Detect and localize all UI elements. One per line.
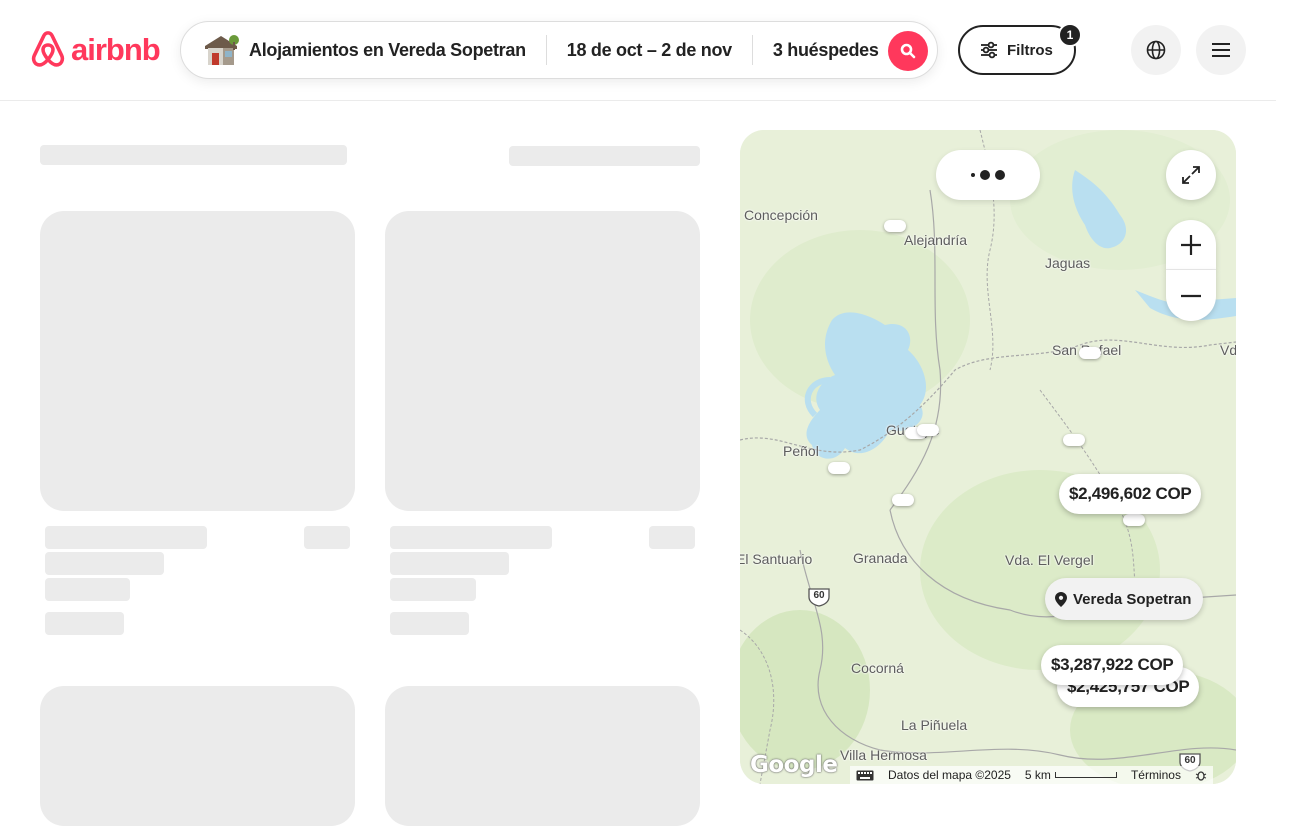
skeleton-line: [45, 552, 164, 575]
route-shield-label: 60: [813, 590, 825, 601]
map-mini-pin[interactable]: [1123, 514, 1145, 526]
route-shield-label: 60: [1184, 755, 1196, 766]
search-divider: [545, 35, 547, 65]
map-zoom-in-button[interactable]: [1166, 220, 1216, 270]
skeleton-line: [390, 552, 509, 575]
search-dates[interactable]: 18 de oct – 2 de nov: [567, 40, 732, 61]
skeleton-line: [390, 612, 469, 635]
price-pin[interactable]: $3,287,922 COP: [1041, 645, 1184, 685]
loading-dot: [995, 170, 1005, 180]
map-mini-pin[interactable]: [1063, 434, 1085, 446]
map-mini-pin[interactable]: [1079, 347, 1101, 359]
map-zoom-out-button[interactable]: [1166, 270, 1216, 321]
map-place-label: Concepción: [744, 207, 818, 223]
skeleton-card-image: [385, 211, 700, 511]
map-place-label: Alejandría: [904, 232, 968, 248]
house-icon: [201, 30, 241, 70]
map-mini-pin[interactable]: [892, 494, 914, 506]
map-mini-pin[interactable]: [884, 220, 906, 232]
google-logo: Google: [750, 752, 838, 778]
search-divider: [751, 35, 753, 65]
map-expand-button[interactable]: [1166, 150, 1216, 200]
keyboard-icon[interactable]: [856, 770, 874, 781]
header: airbnb Alojamientos en Vereda Sopetran 1…: [0, 0, 1276, 101]
sliders-icon: [981, 41, 997, 59]
search-bar[interactable]: Alojamientos en Vereda Sopetran 18 de oc…: [180, 21, 938, 79]
skeleton-card-image: [40, 686, 355, 826]
location-pin-label: Vereda Sopetran: [1073, 590, 1192, 608]
map-terms-link[interactable]: Términos: [1131, 768, 1181, 782]
minus-icon: [1181, 294, 1201, 297]
skeleton-card-image: [40, 211, 355, 511]
price-pin[interactable]: $2,496,602 COP: [1059, 474, 1202, 514]
map-scale[interactable]: 5 km: [1025, 768, 1117, 782]
airbnb-wordmark: airbnb: [71, 31, 161, 67]
plus-icon: [1181, 234, 1201, 255]
expand-icon: [1182, 166, 1200, 184]
skeleton-line: [45, 612, 124, 635]
loading-dot: [971, 173, 975, 177]
map-loading-indicator: [936, 150, 1040, 200]
map-place-label: Cocorná: [851, 660, 904, 676]
loading-dot: [980, 170, 990, 180]
skeleton-line: [390, 526, 552, 549]
search-location[interactable]: Alojamientos en Vereda Sopetran: [249, 40, 526, 61]
airbnb-logo[interactable]: airbnb: [29, 29, 161, 70]
map-place-label: Villa Hermosa: [840, 747, 927, 763]
map-scale-label: 5 km: [1024, 768, 1051, 782]
map-place-label: Granada: [853, 550, 908, 566]
map-place-label: Vda. El Vergel: [1005, 552, 1094, 568]
search-guests[interactable]: 3 huéspedes: [773, 40, 879, 61]
globe-icon: [1146, 40, 1166, 60]
skeleton-line: [45, 526, 207, 549]
skeleton-card-image: [385, 686, 700, 826]
bug-report-icon[interactable]: [1195, 769, 1207, 781]
map-scale-bar: [1054, 772, 1117, 778]
map-mini-pin[interactable]: [828, 462, 850, 474]
map-place-label: Vd: [1220, 342, 1236, 358]
search-icon: [900, 43, 916, 59]
search-button[interactable]: [888, 31, 928, 71]
map-place-label: El Santuario: [740, 551, 813, 567]
hamburger-menu-icon: [1212, 43, 1230, 57]
map-place-label: La Piñuela: [901, 717, 968, 733]
map-mini-pin[interactable]: [917, 424, 939, 436]
filters-label: Filtros: [1007, 41, 1053, 59]
filters-count-badge: 1: [1058, 23, 1082, 47]
airbnb-logo-icon: [31, 31, 65, 67]
map-marker-icon: [1055, 591, 1067, 607]
menu-button[interactable]: [1196, 25, 1246, 75]
map-attribution-bar: Datos del mapa ©2025 5 km Términos: [850, 766, 1213, 784]
skeleton-line: [390, 578, 476, 601]
skeleton-line: [304, 526, 350, 549]
skeleton-title: [40, 145, 347, 165]
map-place-label: Jaguas: [1045, 255, 1091, 271]
map[interactable]: Concepción Alejandría Jaguas San Rafael …: [740, 130, 1236, 784]
language-button[interactable]: [1131, 25, 1181, 75]
map-place-label: Peñol: [783, 443, 819, 459]
skeleton-line: [649, 526, 695, 549]
location-pin[interactable]: Vereda Sopetran: [1045, 578, 1204, 620]
filters-button[interactable]: Filtros 1: [958, 23, 1082, 75]
map-data-attribution: Datos del mapa ©2025: [888, 768, 1011, 782]
route-shield: 60: [807, 587, 831, 607]
skeleton-sort: [509, 146, 700, 166]
skeleton-line: [45, 578, 130, 601]
